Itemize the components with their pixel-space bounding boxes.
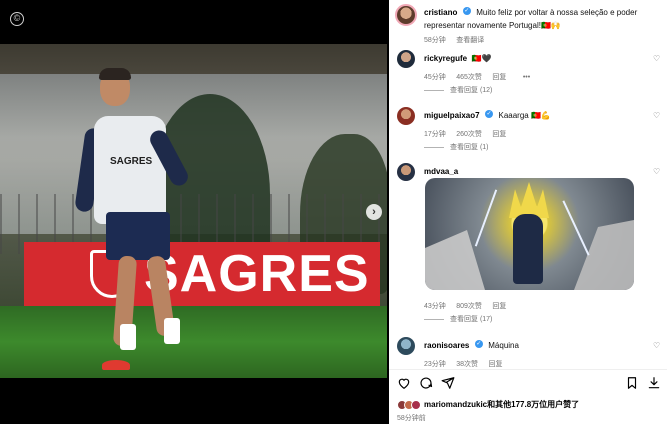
bookmark-icon[interactable] [625,376,639,390]
avatar[interactable] [397,107,415,125]
action-bar [389,369,667,395]
likes-text: mariomandzukic和其他177.8万位用户赞了 [424,399,579,410]
comment-line: rickyregufe 🇵🇹🖤 [424,52,644,64]
view-replies-label: 查看回复 (17) [450,316,493,323]
avatar[interactable] [395,4,417,26]
caption-meta: 58分钟 查看翻译 [424,29,484,47]
comment-text: Máquina [488,341,519,350]
heart-icon[interactable]: ♡ [653,341,660,350]
player-sock [164,318,180,344]
download-icon[interactable] [647,376,661,390]
comment-meta: 17分钟 260次赞 回复 [424,123,512,141]
comment-icon[interactable] [419,376,433,390]
comment: rickyregufe 🇵🇹🖤 45分钟 465次赞 回复 ••• ♡ 查看回复… [389,50,667,110]
gif-lightning [562,200,590,256]
divider [424,146,444,148]
comment-text: Kaaarga 🇵🇹💪 [498,111,551,120]
heart-icon[interactable] [397,376,411,390]
heart-icon[interactable]: ♡ [653,111,660,120]
comment-age: 17分钟 [424,131,446,138]
gif-character [513,214,543,284]
post-caption: cristiano ✓ Muito feliz por voltar à nos… [389,0,667,44]
comment-likes[interactable]: 38次赞 [456,361,478,368]
reply-button[interactable]: 回复 [492,74,506,81]
comment-gif[interactable] [425,178,634,290]
player-sock [120,324,136,350]
post-photo[interactable]: SAGRES SAGRES [0,44,387,378]
heart-icon[interactable]: ♡ [653,54,660,63]
verified-icon: ✓ [485,109,494,118]
reply-button[interactable]: 回复 [492,131,506,138]
comment-likes[interactable]: 260次赞 [456,131,482,138]
comment-age: 45分钟 [424,74,446,81]
comment-meta: 45分钟 465次赞 回复 ••• [424,66,536,84]
likes-count[interactable]: 和其他177.8万位用户赞了 [487,400,579,409]
comment-likes[interactable]: 465次赞 [456,74,482,81]
comment-meta: 43分钟 809次赞 回复 [424,295,512,313]
player-hair [99,68,131,80]
divider [424,89,444,91]
comment-line: miguelpaixao7 ✓ Kaaarga 🇵🇹💪 [424,109,644,121]
reply-button[interactable]: 回复 [492,303,506,310]
comment: raonisoares ✓ Máquina 23分钟 38次赞 回复 ♡ [389,337,667,368]
share-icon[interactable] [441,376,455,390]
comment: miguelpaixao7 ✓ Kaaarga 🇵🇹💪 17分钟 260次赞 回… [389,107,667,157]
comment-footer: 43分钟 809次赞 回复 查看回复 (17) [389,279,667,323]
avatar[interactable] [397,163,415,181]
heart-icon[interactable]: ♡ [653,167,660,176]
more-options-icon[interactable]: ••• [523,74,530,81]
comment-username[interactable]: mdvaa_a [424,167,458,176]
next-arrow-icon[interactable]: › [366,204,382,220]
comment-likes[interactable]: 809次赞 [456,303,482,310]
view-replies-button[interactable]: 查看回复 (17) [424,314,492,324]
verified-icon: ✓ [462,6,471,15]
reply-button[interactable]: 回复 [489,361,503,368]
comment-username[interactable]: raonisoares [424,341,469,350]
divider [424,318,444,320]
photo-grass [0,306,387,378]
verified-icon: ✓ [474,339,483,348]
comment-age: 23分钟 [424,361,446,368]
translate-link[interactable]: 查看翻译 [456,37,484,44]
comment-text: 🇵🇹🖤 [471,54,492,63]
comments-panel: cristiano ✓ Muito feliz por voltar à nos… [389,0,667,424]
player-shorts [106,212,170,260]
instagram-post-viewer: © SAGRES SAGRES › cristiano ✓ Muito feli… [0,0,667,424]
sagres-billboard: SAGRES [24,242,380,306]
watermark-icon: © [10,12,24,26]
author-username[interactable]: cristiano [424,8,457,17]
training-cone [102,360,130,370]
billboard-text: SAGRES [144,245,370,303]
likes-summary: mariomandzukic和其他177.8万位用户赞了 [397,399,579,410]
caption-age: 58分钟 [424,37,446,44]
avatar[interactable] [397,337,415,355]
gif-hair [509,182,549,218]
comment-username[interactable]: rickyregufe [424,54,467,63]
view-replies-button[interactable]: 查看回复 (1) [424,142,489,152]
comment-line: mdvaa_a [424,165,644,177]
view-replies-button[interactable]: 查看回复 (12) [424,85,492,95]
view-replies-label: 查看回复 (1) [450,144,489,151]
caption-line: cristiano ✓ Muito feliz por voltar à nos… [424,5,660,31]
avatar[interactable] [397,50,415,68]
post-timestamp: 58分钟前 [397,415,426,422]
vest-text: SAGRES [110,156,153,167]
comment-line: raonisoares ✓ Máquina [424,339,644,351]
media-pane: © SAGRES SAGRES › [0,0,389,424]
liker-username[interactable]: mariomandzukic [424,400,487,409]
comment-age: 43分钟 [424,303,446,310]
comment-username[interactable]: miguelpaixao7 [424,111,480,120]
gif-lightning [474,189,498,247]
avatar [411,399,421,410]
view-replies-label: 查看回复 (12) [450,87,493,94]
